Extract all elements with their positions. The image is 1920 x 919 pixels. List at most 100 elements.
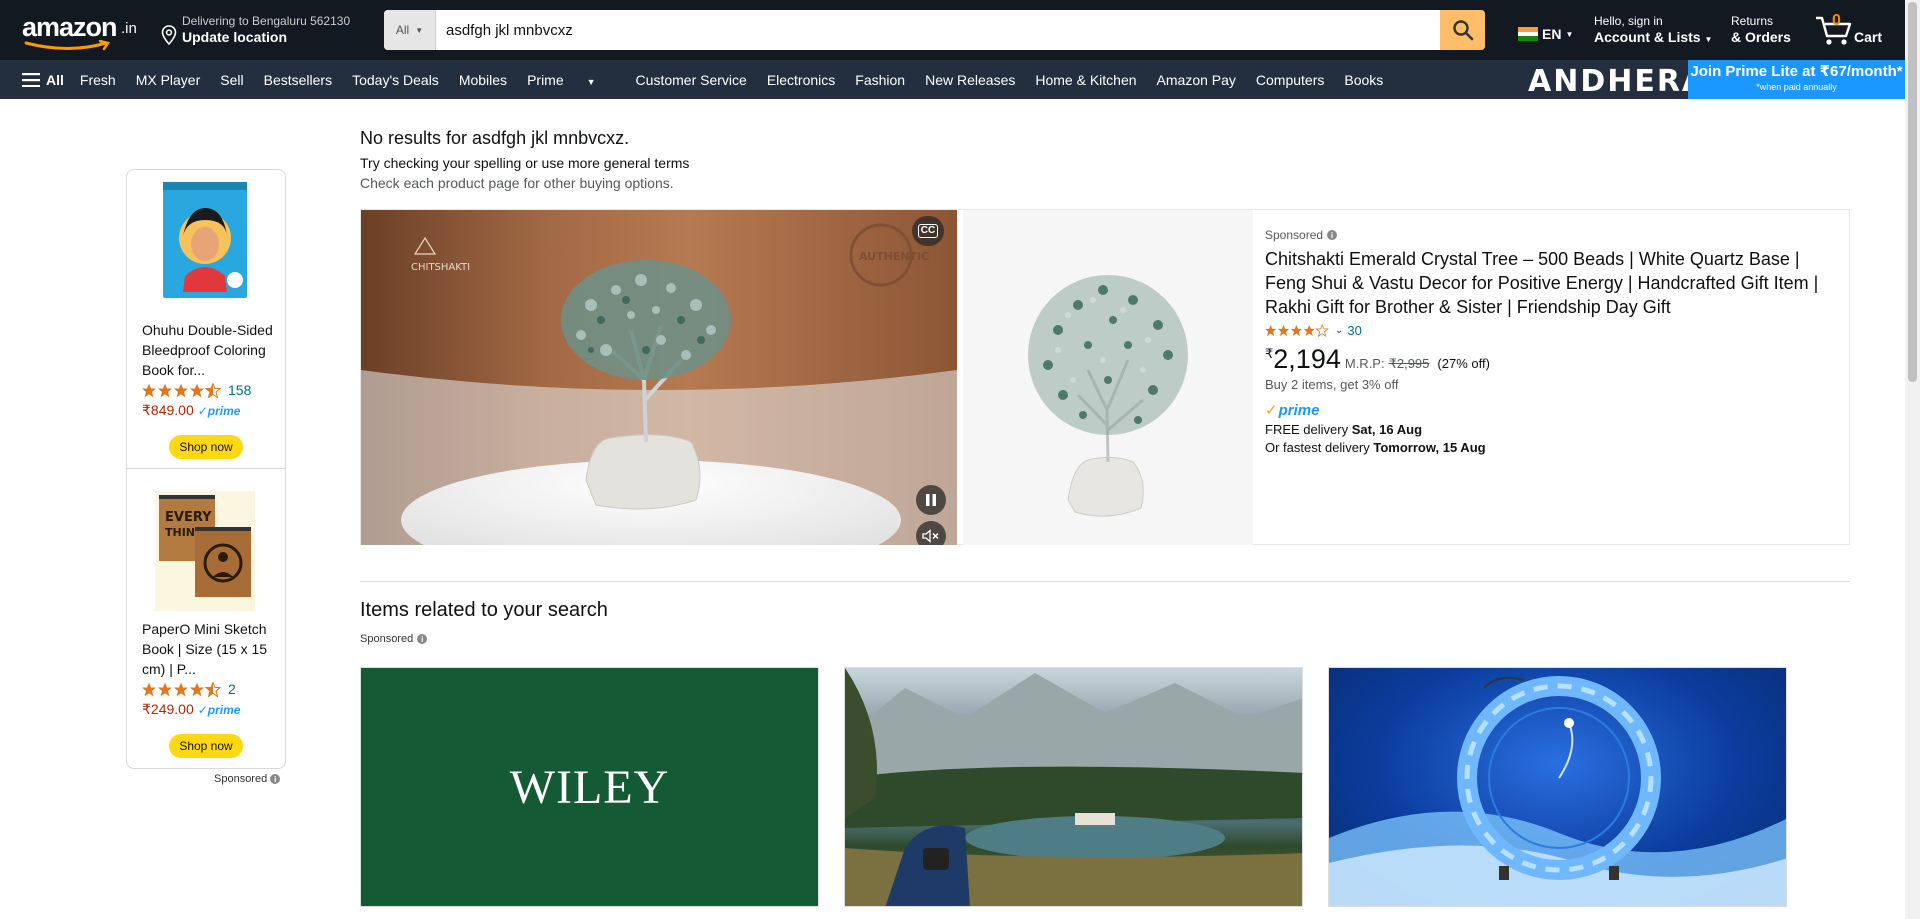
related-sponsored-label[interactable]: Sponsored i [360,633,428,645]
search-button[interactable] [1440,10,1485,50]
ad-title: PaperO Mini Sketch Book | Size (15 x 15 … [142,621,268,677]
nav-link-customer-service[interactable]: Customer Service [636,72,747,88]
location-pin-icon [161,25,177,46]
bulk-offer: Buy 2 items, get 3% off [1265,377,1399,392]
hamburger-icon [22,72,40,87]
page-scrollbar[interactable] [1905,0,1920,919]
smart-hula-hoop-image [1329,676,1786,906]
returns-orders-link[interactable]: Returns & Orders [1731,14,1791,46]
mute-button[interactable] [916,521,946,545]
account-greeting: Hello, sign in [1594,14,1663,28]
muted-speaker-icon [922,529,939,543]
info-icon: i [1327,230,1338,240]
search-department-select[interactable]: All ▼ [384,10,436,50]
shop-now-button[interactable]: Shop now [169,734,243,758]
pause-button[interactable] [916,485,946,515]
nav-link-computers[interactable]: Computers [1256,72,1324,88]
prime-lite-note: *when paid annually [1756,82,1837,92]
ad-price: ₹849.00 [142,402,194,418]
left-sponsored-label[interactable]: Sponsored i [214,773,281,785]
info-icon: i [417,634,428,644]
cart-label: Cart [1854,29,1883,45]
fastest-delivery-info: Or fastest delivery Tomorrow, 15 Aug [1265,440,1486,455]
spelling-hint: Try checking your spelling or use more g… [360,155,690,171]
amazon-logo[interactable]: amazon .in [20,12,140,52]
prime-badge-icon: ✓prime [197,702,241,717]
mrp-value: ₹2,995 [1388,356,1430,371]
search-icon [1452,20,1473,41]
prime-lite-banner[interactable]: Join Prime Lite at ₹67/month* *when paid… [1688,60,1905,99]
ad-card[interactable]: EVERY THING PaperO Mini Sketch Book | Si… [127,468,285,766]
product-title-link[interactable]: Chitshakti Emerald Crystal Tree – 500 Be… [1265,247,1835,319]
chevron-down-icon: ▼ [586,76,596,87]
discount-label: (27% off) [1437,356,1490,371]
delivery-location[interactable]: Delivering to Bengaluru 562130 Update lo… [160,14,350,46]
nav-links: Fresh MX Player Sell Bestsellers Today's… [80,72,1403,88]
star-rating-icon [142,382,222,398]
nav-link-bestsellers[interactable]: Bestsellers [264,72,332,88]
update-location-label: Update location [182,29,288,45]
video-watermark: CHITSHAKTI [411,262,470,273]
product-info: Sponsored i Chitshakti Emerald Crystal T… [1265,228,1835,455]
nav-link-mobiles[interactable]: Mobiles [459,72,507,88]
star-rating-icon [1265,324,1329,337]
language-code: EN [1542,26,1562,42]
section-divider [360,581,1850,582]
price-row: ₹ 2,194 M.R.P: ₹2,995 (27% off) [1265,344,1835,375]
sponsored-label[interactable]: Sponsored i [1265,228,1835,242]
svg-text:EVERY: EVERY [165,510,212,525]
shop-now-button[interactable]: Shop now [169,435,243,459]
rating-count-link[interactable]: 30 [1347,323,1361,338]
mountain-lake-image [845,668,1302,906]
scrollbar-thumb[interactable] [1908,2,1917,382]
info-icon: i [270,774,281,784]
product-price: 2,194 [1273,344,1341,374]
main-nav-bar: All Fresh MX Player Sell Bestsellers Tod… [0,60,1905,99]
language-selector[interactable]: EN ▼ [1518,26,1573,42]
cart-link[interactable]: 0 Cart [1814,12,1884,48]
nav-link-todays-deals[interactable]: Today's Deals [352,72,439,88]
related-item-tile[interactable] [1328,667,1787,907]
ad-rating-count[interactable]: 158 [228,382,251,398]
related-item-tile[interactable] [844,667,1303,907]
nav-link-home-kitchen[interactable]: Home & Kitchen [1035,72,1136,88]
related-item-tile[interactable]: WILEY [360,667,819,907]
ad-card[interactable]: Ohuhu Double-Sided Bleedproof Coloring B… [127,170,285,468]
location-line1: Delivering to Bengaluru 562130 [182,14,351,28]
no-results-heading: No results for asdfgh jkl mnbvcxz. [360,128,630,148]
nav-link-electronics[interactable]: Electronics [767,72,835,88]
product-rating[interactable]: ⌄ 30 [1265,323,1835,338]
prime-lite-offer: Join Prime Lite at ₹67/month* [1690,63,1903,80]
account-menu[interactable]: Hello, sign in Account & Lists ▼ [1594,14,1712,48]
nav-link-mx-player[interactable]: MX Player [136,72,201,88]
search-input[interactable] [436,10,1440,50]
search-bar: All ▼ [384,10,1485,50]
india-flag-icon [1518,27,1538,42]
nav-link-sell[interactable]: Sell [220,72,243,88]
nav-link-fresh[interactable]: Fresh [80,72,116,88]
top-nav-bar: amazon .in Delivering to Bengaluru 56213… [0,0,1905,60]
ad-title: Ohuhu Double-Sided Bleedproof Coloring B… [142,322,273,378]
nav-link-books[interactable]: Books [1344,72,1383,88]
all-menu-button[interactable]: All [22,72,64,88]
product-video[interactable]: CHITSHAKTI AUTHENTIC CC [361,210,957,545]
nav-link-new-releases[interactable]: New Releases [925,72,1015,88]
chevron-down-icon: ▼ [1565,29,1574,39]
nav-link-prime[interactable]: Prime ▼ [527,72,615,88]
nav-link-fashion[interactable]: Fashion [855,72,905,88]
price-symbol: ₹ [1265,346,1274,361]
returns-label: Returns [1731,14,1774,28]
promo-brand-banner[interactable]: ANDHERA [1528,64,1707,99]
ad-rating: 158 [142,382,251,398]
closed-captions-button[interactable]: CC [912,216,944,246]
chevron-down-icon: ▼ [1704,35,1713,44]
ad-rating-count[interactable]: 2 [228,681,236,697]
crystal-tree-video-frame: CHITSHAKTI AUTHENTIC [361,223,957,545]
nav-link-amazon-pay[interactable]: Amazon Pay [1157,72,1236,88]
pause-icon [926,494,936,506]
product-image[interactable] [963,210,1253,545]
ad-rating: 2 [142,681,236,697]
sketch-book-image: EVERY THING [155,491,255,611]
left-ad-column: Ohuhu Double-Sided Bleedproof Coloring B… [126,169,286,769]
free-delivery-info: FREE delivery Sat, 16 Aug [1265,422,1423,437]
